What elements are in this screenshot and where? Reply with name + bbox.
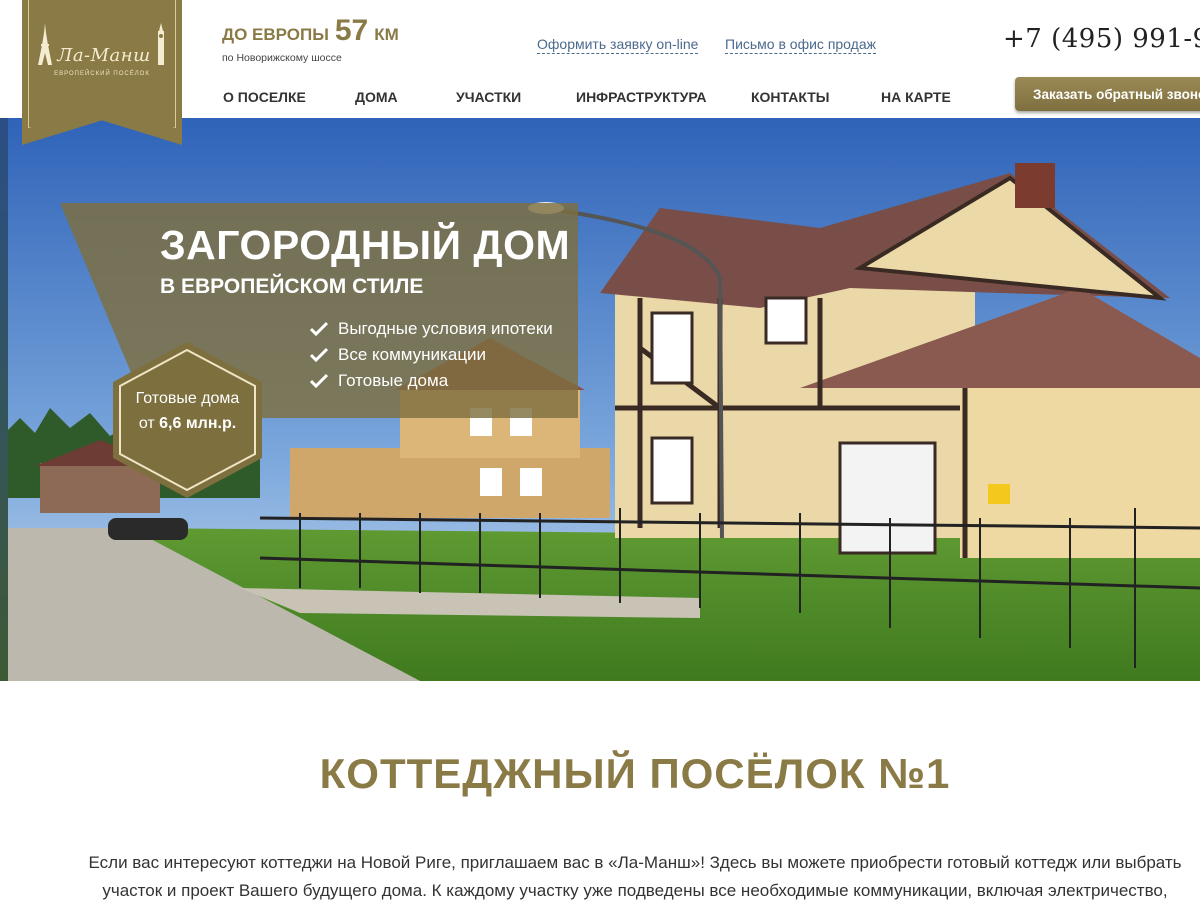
check-icon xyxy=(310,347,328,363)
price-badge-prefix: от xyxy=(138,415,160,432)
eiffel-tower-icon xyxy=(38,22,53,65)
hero-subtitle: В ЕВРОПЕЙСКОМ СТИЛЕ xyxy=(160,275,424,298)
intro-paragraph: Если вас интересуют коттеджи на Новой Ри… xyxy=(88,853,1182,900)
benefit-item: Выгодные условия ипотеки xyxy=(310,316,553,342)
section-title: КОТТЕДЖНЫЙ ПОСЁЛОК №1 xyxy=(319,750,951,797)
logo-script: Ла-Манш xyxy=(57,44,151,66)
benefit-item: Готовые дома xyxy=(310,368,553,394)
nav-item-houses[interactable]: ДОМА xyxy=(355,89,398,105)
check-icon xyxy=(310,321,328,337)
big-ben-icon xyxy=(157,22,164,65)
distance-number: 57 xyxy=(334,14,369,47)
price-badge-line2: от 6,6 млн.р. xyxy=(110,411,265,436)
hero-title: ЗАГОРОДНЫЙ ДОМ xyxy=(160,222,571,268)
check-icon xyxy=(310,373,328,389)
distance-row: ДО ЕВРОПЫ 57 КМ xyxy=(222,14,399,48)
online-request-link[interactable]: Оформить заявку on-line xyxy=(537,36,699,54)
nav-item-infrastructure[interactable]: ИНФРАСТРУКТУРА xyxy=(576,89,707,105)
logo-frame: Ла-Манш европейский посёлок xyxy=(28,0,176,128)
office-letter-link[interactable]: Письмо в офис продаж xyxy=(725,36,876,54)
logo-art: Ла-Манш xyxy=(37,22,166,66)
phone-number[interactable]: +7 (495) 991-91-8 xyxy=(1003,24,1200,54)
benefit-item: Все коммуникации xyxy=(310,342,553,368)
price-badge-line1: Готовые дома xyxy=(135,390,240,407)
benefit-label: Готовые дома xyxy=(338,371,449,390)
callback-button[interactable]: Заказать обратный звонок xyxy=(1015,77,1200,111)
nav-item-contacts[interactable]: КОНТАКТЫ xyxy=(751,89,829,105)
nav-item-plots[interactable]: УЧАСТКИ xyxy=(456,89,521,105)
price-badge-text[interactable]: Готовые дома от 6,6 млн.р. xyxy=(110,386,265,436)
benefit-label: Выгодные условия ипотеки xyxy=(338,319,553,338)
hero-left-edge xyxy=(0,118,8,681)
hero-section: ЗАГОРОДНЫЙ ДОМ В ЕВРОПЕЙСКОМ СТИЛЕ Выгод… xyxy=(0,118,1200,681)
distance-note: по Новорижскому шоссе xyxy=(222,52,342,64)
benefits-list: Выгодные условия ипотеки Все коммуникаци… xyxy=(310,316,553,394)
nav-item-village[interactable]: О ПОСЕЛКЕ xyxy=(223,89,306,105)
distance-unit: КМ xyxy=(374,25,399,44)
distance-block: ДО ЕВРОПЫ 57 КМ по Новорижскому шоссе xyxy=(222,14,399,64)
site-header: Ла-Манш европейский посёлок ДО ЕВРОПЫ 57… xyxy=(0,0,1200,145)
logo-subtitle: европейский посёлок xyxy=(54,70,150,77)
price-badge-price: 6,6 млн.р. xyxy=(159,415,237,432)
distance-prefix: ДО ЕВРОПЫ xyxy=(222,25,329,44)
benefit-label: Все коммуникации xyxy=(338,345,487,364)
nav-item-map[interactable]: НА КАРТЕ xyxy=(881,89,951,105)
